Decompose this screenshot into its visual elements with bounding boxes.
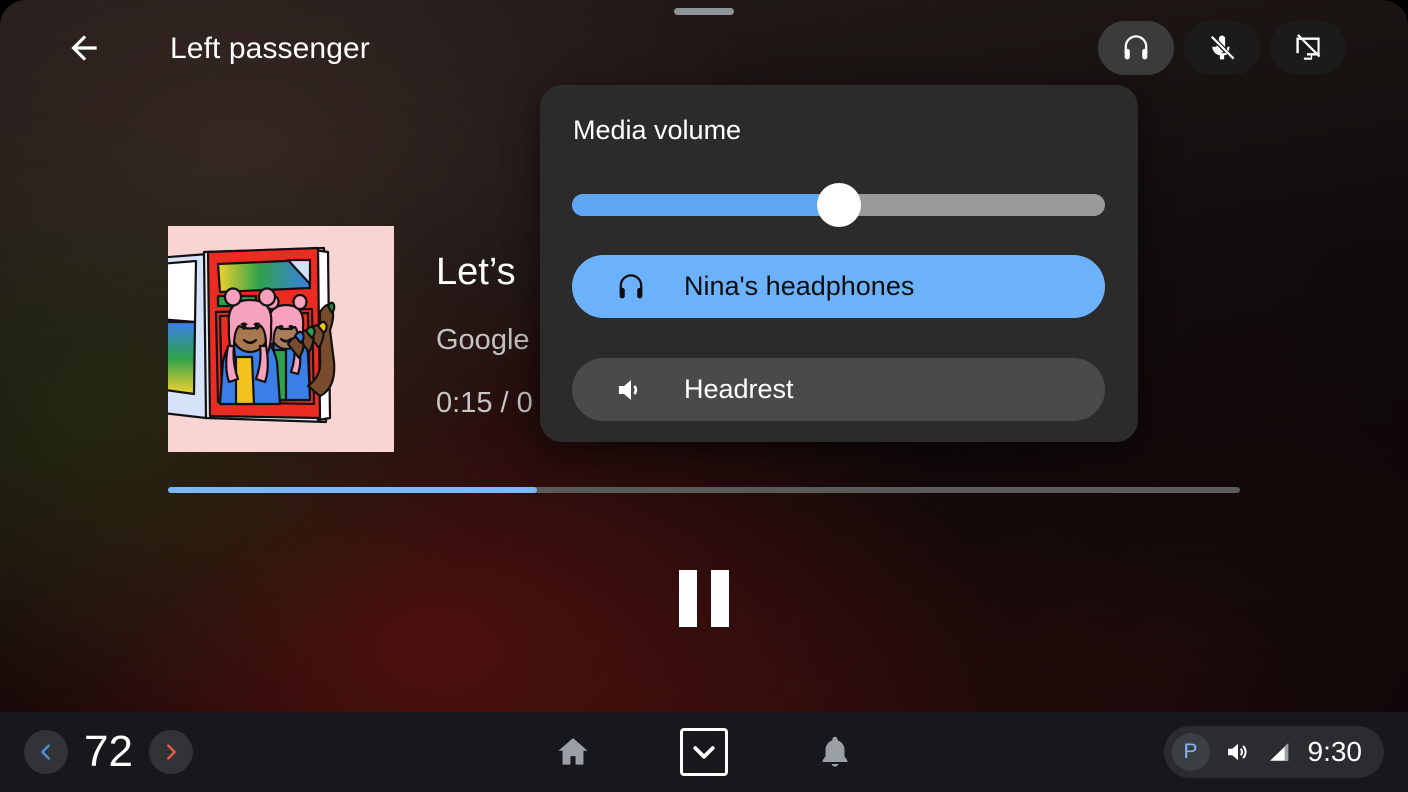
headphones-button[interactable] [1098, 21, 1174, 75]
mic-off-icon [1210, 35, 1235, 60]
volume-icon[interactable] [1224, 738, 1252, 766]
album-art [168, 226, 394, 452]
track-artist: Google [436, 323, 530, 356]
headphones-icon [1124, 35, 1148, 60]
notifications-button[interactable] [808, 725, 862, 779]
track-meta: Let’s Google 0:15 / 0 [436, 226, 533, 452]
album-art-illustration [168, 226, 394, 452]
drag-handle[interactable] [674, 8, 734, 15]
back-button[interactable] [56, 26, 112, 70]
bell-icon [822, 736, 848, 767]
playback-progress-bar[interactable] [168, 487, 1240, 493]
media-volume-slider[interactable] [572, 180, 1105, 227]
transport-controls [0, 555, 1408, 641]
signal-icon[interactable] [1266, 738, 1294, 766]
playback-progress-fill [168, 487, 537, 493]
app-bar-actions [1098, 21, 1346, 75]
output-device-ninas-headphones[interactable]: Nina's headphones [572, 255, 1105, 318]
arrow-back-icon [71, 35, 97, 61]
park-indicator: P [1171, 733, 1210, 771]
home-icon [558, 738, 588, 765]
pause-icon-bar-left [679, 569, 697, 627]
media-volume-popup: Media volume Nina's headphones Headrest [540, 85, 1138, 442]
popup-title: Media volume [573, 115, 742, 145]
home-button[interactable] [546, 725, 600, 779]
headphones-icon [619, 273, 643, 298]
status-pill[interactable]: P 9:30 [1163, 726, 1384, 778]
screen-off-icon [1296, 34, 1321, 60]
system-bar: 72 P 9:30 [0, 712, 1408, 792]
expand-button[interactable] [680, 728, 728, 776]
chevron-down-icon [693, 746, 715, 759]
pause-button[interactable] [661, 555, 747, 641]
slider-thumb[interactable] [816, 183, 861, 227]
car-media-screen: Left passenger Let’s Google 0:15 / 0 Med… [0, 0, 1408, 792]
track-title: Let’s [436, 251, 516, 293]
output-device-label: Headrest [684, 374, 794, 404]
track-time: 0:15 / 0 [436, 386, 533, 419]
speaker-icon [618, 379, 638, 400]
output-device-label: Nina's headphones [684, 271, 915, 301]
clock: 9:30 [1307, 736, 1363, 767]
screen-off-button[interactable] [1270, 21, 1346, 75]
pause-icon-bar-right [711, 569, 729, 627]
page-title: Left passenger [170, 32, 370, 65]
slider-fill [572, 194, 839, 216]
mic-off-button[interactable] [1184, 21, 1260, 75]
now-playing: Let’s Google 0:15 / 0 [168, 226, 533, 452]
output-device-headrest[interactable]: Headrest [572, 358, 1105, 421]
